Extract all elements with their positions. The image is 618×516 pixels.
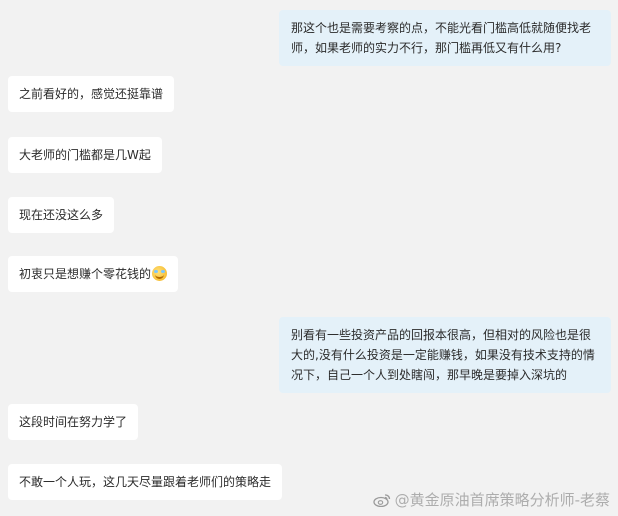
message-text: 初衷只是想赚个零花钱的 [19, 267, 152, 281]
message-bubble-received[interactable]: 大老师的门槛都是几W起 [8, 137, 162, 173]
weibo-icon [372, 493, 391, 507]
message-text: 不敢一个人玩，这几天尽量跟着老师们的策略走 [19, 475, 272, 489]
chat-history: 那这个也是需要考察的点，不能光看门槛高低就随便找老师，如果老师的实力不行，那门槛… [0, 0, 618, 516]
message-bubble-received[interactable]: 初衷只是想赚个零花钱的 [8, 256, 179, 292]
message-bubble-received[interactable]: 现在还没这么多 [8, 197, 115, 233]
message-text: 别看有一些投资产品的回报本很高，但相对的风险也是很大的,没有什么投资是一定能赚钱… [291, 328, 595, 382]
message-bubble-received[interactable]: 之前看好的，感觉还挺靠谱 [8, 76, 175, 112]
message-bubble-received[interactable]: 不敢一个人玩，这几天尽量跟着老师们的策略走 [8, 464, 283, 500]
message-bubble-received[interactable]: 这段时间在努力学了 [8, 404, 139, 440]
message-text: 现在还没这么多 [19, 208, 104, 222]
message-text: 这段时间在努力学了 [19, 415, 128, 429]
laughing-tears-emoji-icon [152, 266, 168, 281]
message-text: 大老师的门槛都是几W起 [19, 148, 151, 162]
message-text: 之前看好的，感觉还挺靠谱 [19, 87, 164, 101]
message-text: 那这个也是需要考察的点，不能光看门槛高低就随便找老师，如果老师的实力不行，那门槛… [291, 21, 592, 55]
message-bubble-sent[interactable]: 那这个也是需要考察的点，不能光看门槛高低就随便找老师，如果老师的实力不行，那门槛… [279, 10, 611, 66]
watermark-text: @黄金原油首席策略分析师-老蔡 [394, 491, 610, 509]
watermark: @黄金原油首席策略分析师-老蔡 [372, 489, 610, 510]
message-bubble-sent[interactable]: 别看有一些投资产品的回报本很高，但相对的风险也是很大的,没有什么投资是一定能赚钱… [279, 317, 611, 393]
